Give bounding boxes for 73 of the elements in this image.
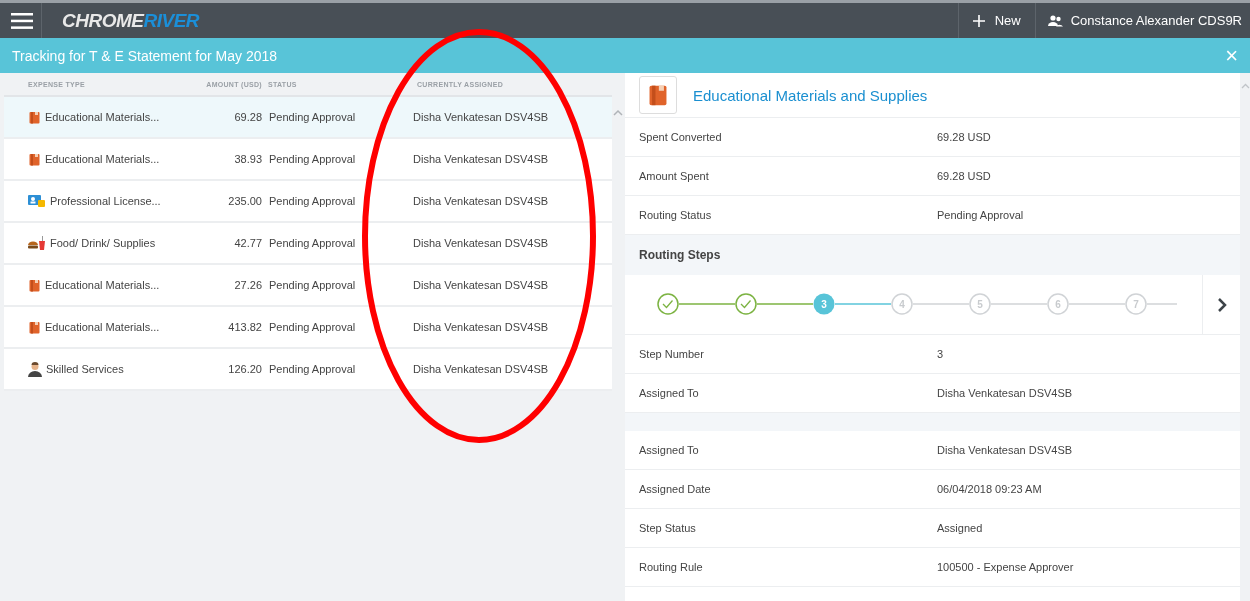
- logo: CHROMERIVER: [62, 9, 200, 32]
- expense-type: Educational Materials...: [45, 321, 160, 333]
- user-name: Constance Alexander CDS9R: [1070, 13, 1242, 28]
- amount-cell-text: 126.20: [227, 363, 262, 375]
- assignee-cell-text: Disha Venkatesan DSV4SB: [412, 321, 550, 333]
- field-value: 69.28 USD: [937, 170, 992, 182]
- assignee-cell-text: Disha Venkatesan DSV4SB: [412, 363, 550, 375]
- status-cell-text: Pending Approval: [268, 321, 357, 333]
- amount-cell-text: 27.26: [233, 279, 262, 291]
- amount-cell-text: 69.28: [233, 111, 262, 123]
- field-label: Assigned To: [639, 387, 700, 399]
- scroll-up-icon[interactable]: [613, 109, 623, 116]
- expense-row[interactable]: Educational Materials... 69.28 Pending Approval Disha Venkatesan DSV4SB: [4, 97, 612, 139]
- expense-row[interactable]: Educational Materials... 413.82 Pending Approval Disha Venkatesan DSV4SB: [4, 307, 612, 349]
- expense-type: Educational Materials...: [45, 279, 160, 291]
- assignee-cell-text: Disha Venkatesan DSV4SB: [412, 195, 550, 207]
- id-card-icon: [28, 194, 46, 208]
- amount-cell-text: 42.77: [233, 237, 262, 249]
- field-label: Step Number: [639, 348, 705, 360]
- status-cell-text: Pending Approval: [268, 279, 357, 291]
- field-label: Amount Spent: [639, 170, 710, 182]
- worker-icon: [28, 361, 42, 377]
- book-icon: [28, 110, 41, 124]
- expense-type: Educational Materials...: [45, 111, 160, 123]
- field-label: Assigned Date: [639, 483, 712, 495]
- status-cell-text: Pending Approval: [268, 363, 357, 375]
- assignee-cell-text: Disha Venkatesan DSV4SB: [412, 111, 550, 123]
- field-value: Disha Venkatesan DSV4SB: [937, 444, 1074, 456]
- assignee-cell-text: Disha Venkatesan DSV4SB: [412, 237, 550, 249]
- expense-row[interactable]: Skilled Services 126.20 Pending Approval Disha Venkatesan DSV4SB: [4, 349, 612, 391]
- amount-cell-text: 38.93: [233, 153, 262, 165]
- expense-type: Educational Materials...: [45, 153, 160, 165]
- chevron-right-icon: [1216, 296, 1227, 313]
- field-value: 06/04/2018 09:23 AM: [937, 483, 1043, 495]
- expense-type: Skilled Services: [46, 363, 124, 375]
- expense-type: Professional License...: [50, 195, 161, 207]
- status-cell-text: Pending Approval: [268, 153, 357, 165]
- amount-cell-text: 413.82: [227, 321, 262, 333]
- detail-title: Educational Materials and Supplies: [693, 86, 928, 104]
- book-icon: [28, 320, 41, 334]
- status-cell-text: Pending Approval: [268, 237, 357, 249]
- book-icon: [28, 152, 41, 166]
- field-label: Routing Rule: [639, 561, 704, 573]
- page-title: Tracking for T & E Statement for May 2018: [12, 47, 278, 64]
- field-value: Pending Approval: [937, 209, 1025, 221]
- burger-drink-icon: [28, 236, 46, 250]
- status-cell-text: Pending Approval: [268, 111, 357, 123]
- field-label: Routing Status: [639, 209, 713, 221]
- field-value: 3: [937, 348, 945, 360]
- step-current-marker: 3: [813, 293, 835, 315]
- expense-row[interactable]: Educational Materials... 27.26 Pending Approval Disha Venkatesan DSV4SB: [4, 265, 612, 307]
- menu-icon: [10, 12, 33, 29]
- scroll-up-icon[interactable]: [1240, 83, 1250, 89]
- users-icon: [1047, 14, 1063, 27]
- field-label: Assigned To: [639, 444, 700, 456]
- field-value: Assigned: [937, 522, 984, 534]
- assignee-cell-text: Disha Venkatesan DSV4SB: [412, 153, 550, 165]
- expense-row[interactable]: Food/ Drink/ Supplies 42.77 Pending Approval Disha Venkatesan DSV4SB: [4, 223, 612, 265]
- amount-cell-text: 235.00: [227, 195, 262, 207]
- plus-icon: [972, 14, 985, 27]
- assignee-cell-text: Disha Venkatesan DSV4SB: [412, 279, 550, 291]
- expense-row[interactable]: Educational Materials... 38.93 Pending Approval Disha Venkatesan DSV4SB: [4, 139, 612, 181]
- expense-row[interactable]: Professional License... 235.00 Pending Approval Disha Venkatesan DSV4SB: [4, 181, 612, 223]
- field-value: Disha Venkatesan DSV4SB: [937, 387, 1074, 399]
- book-icon: [28, 278, 41, 292]
- status-cell-text: Pending Approval: [268, 195, 357, 207]
- field-label: Spent Converted: [639, 131, 723, 143]
- field-label: Step Status: [639, 522, 697, 534]
- book-icon: [647, 84, 669, 106]
- expense-type: Food/ Drink/ Supplies: [50, 237, 156, 249]
- field-value: 69.28 USD: [937, 131, 992, 143]
- field-value: 100500 - Expense Approver: [937, 561, 1075, 573]
- section-heading: Routing Steps: [625, 235, 1240, 275]
